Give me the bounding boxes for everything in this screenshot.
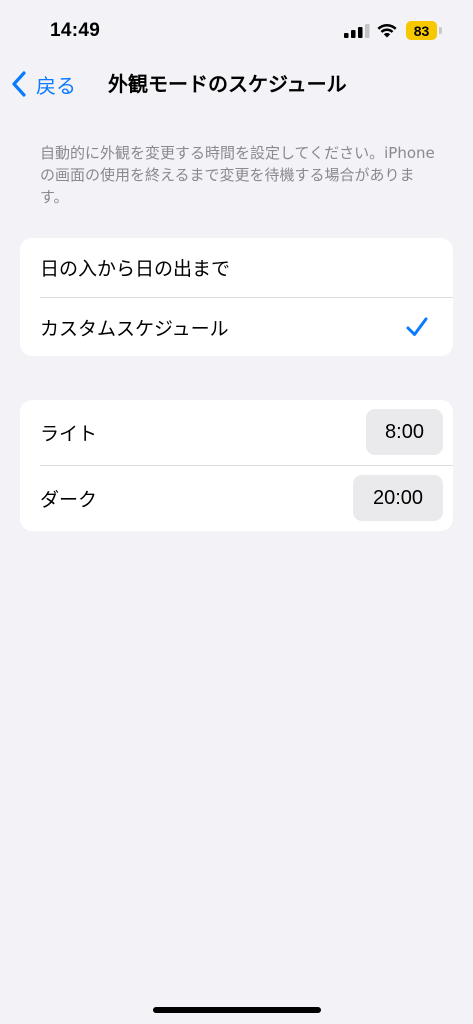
dark-time-picker[interactable]: 20:00 — [353, 475, 443, 521]
battery-tip — [439, 27, 442, 34]
custom-times-group: ライト 8:00 ダーク 20:00 — [20, 400, 453, 531]
back-label: 戻る — [36, 73, 76, 98]
cellular-signal-icon — [344, 24, 370, 38]
option-label: カスタムスケジュール — [40, 317, 229, 340]
option-sunset-to-sunrise[interactable]: 日の入から日の出まで — [20, 238, 453, 297]
light-time-picker[interactable]: 8:00 — [366, 409, 443, 455]
status-bar: 14:49 83 — [0, 0, 473, 60]
light-time-row: ライト 8:00 — [20, 400, 453, 465]
navigation-bar: 戻る 外観モードのスケジュール — [0, 62, 473, 106]
section-description: 自動的に外観を変更する時間を設定してください。iPhoneの画面の使用を終えるま… — [40, 144, 435, 206]
battery-level: 83 — [406, 21, 437, 40]
back-button[interactable]: 戻る — [10, 62, 76, 106]
home-indicator[interactable] — [153, 1007, 321, 1013]
schedule-options-group: 日の入から日の出まで カスタムスケジュール — [20, 238, 453, 356]
option-label: 日の入から日の出まで — [40, 258, 231, 280]
dark-label: ダーク — [40, 489, 98, 511]
status-time: 14:49 — [50, 20, 101, 41]
checkmark-icon — [406, 317, 428, 336]
chevron-left-icon — [12, 71, 26, 97]
battery-indicator: 83 — [406, 21, 442, 40]
wifi-icon — [377, 24, 397, 38]
light-label: ライト — [40, 423, 98, 445]
page-title: 外観モードのスケジュール — [108, 72, 347, 96]
dark-time-row: ダーク 20:00 — [20, 466, 453, 531]
option-custom-schedule[interactable]: カスタムスケジュール — [20, 298, 453, 356]
